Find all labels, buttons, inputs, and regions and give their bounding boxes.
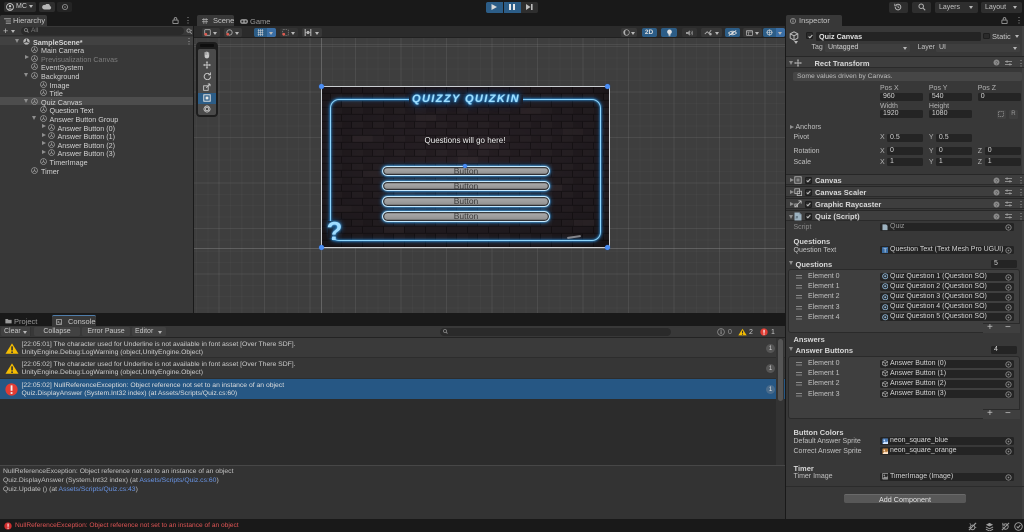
svg-text:?: ?: [995, 214, 998, 220]
svg-text:?: ?: [995, 190, 998, 196]
svg-text:?: ?: [995, 202, 998, 208]
svg-text:?: ?: [995, 60, 998, 66]
svg-text:?: ?: [995, 178, 998, 184]
